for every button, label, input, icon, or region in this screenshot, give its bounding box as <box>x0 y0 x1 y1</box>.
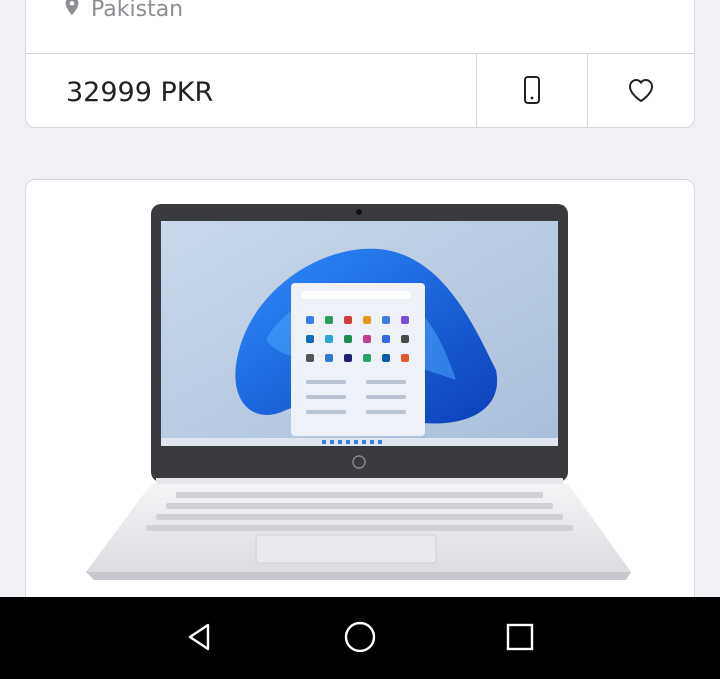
call-button[interactable] <box>477 54 588 127</box>
home-circle-icon <box>342 619 378 659</box>
app-page: Pakistan 32999 PKR <box>0 0 720 679</box>
favorite-button[interactable] <box>588 54 694 127</box>
heart-icon <box>625 74 657 110</box>
listing-card-previous[interactable]: Pakistan 32999 PKR <box>25 0 695 128</box>
map-pin-icon <box>61 0 83 23</box>
location-text: Pakistan <box>91 0 184 22</box>
smartphone-icon <box>516 74 548 110</box>
price-action-row: 32999 PKR <box>26 53 694 127</box>
back-triangle-icon <box>182 619 218 659</box>
system-navigation-bar <box>0 597 720 679</box>
recents-button[interactable] <box>500 619 540 659</box>
listing-card-laptop[interactable] <box>25 179 695 639</box>
location-row: Pakistan <box>61 0 183 23</box>
laptop-product-image[interactable] <box>26 180 695 600</box>
recents-square-icon <box>502 619 538 659</box>
home-button[interactable] <box>340 619 380 659</box>
price-label: 32999 PKR <box>26 54 477 127</box>
back-button[interactable] <box>180 619 220 659</box>
